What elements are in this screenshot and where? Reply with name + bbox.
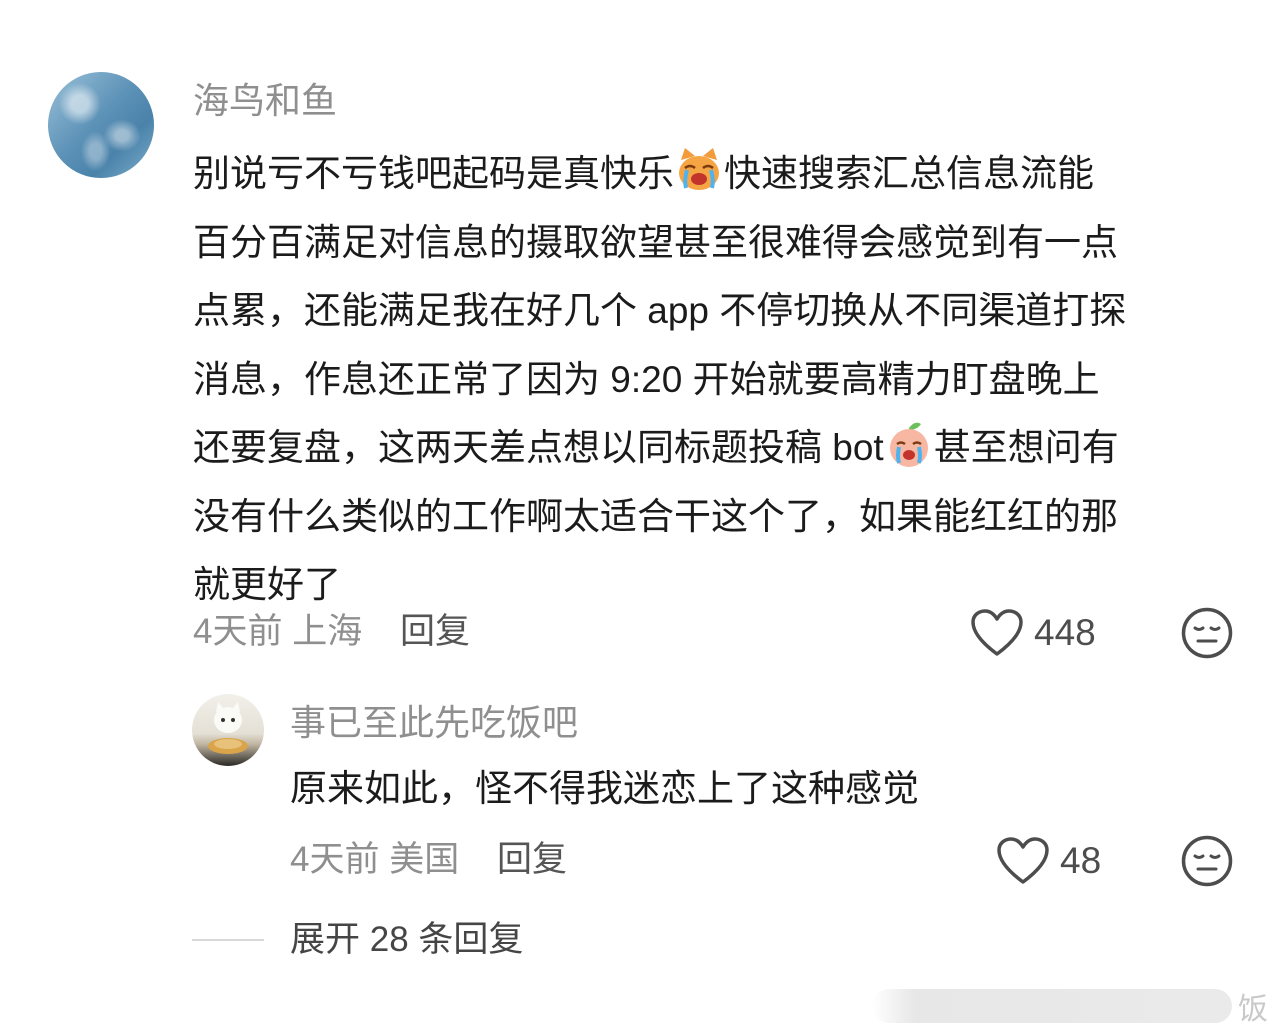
comment-line: 还要复盘，这两天差点想以同标题投稿 bot 甚至想问有: [193, 414, 1243, 483]
reply-reply-button[interactable]: 回复: [497, 840, 567, 879]
comment-line: 消息，作息还正常了因为 9:20 开始就要高精力盯盘晚上: [193, 358, 1100, 400]
expand-replies-button[interactable]: 展开 28 条回复: [290, 918, 523, 962]
heart-icon: [971, 609, 1023, 656]
comment-text: 别说亏不亏钱吧起码是真快乐 快速搜索汇总信息流能 百分百满足对信息的摄取欲望甚至…: [193, 140, 1243, 620]
reply-text: 原来如此，怪不得我迷恋上了这种感觉: [290, 768, 919, 809]
reply-time: 4天前: [290, 840, 380, 879]
comment-line: 别说亏不亏钱吧起码是真快乐 快速搜索汇总信息流能: [193, 140, 1243, 209]
watermark-text: 饭: [1238, 993, 1268, 1026]
reply-like-count: 48: [1060, 840, 1102, 881]
comment-location: 上海: [292, 612, 363, 651]
crying-peach-emoji-icon: [889, 422, 928, 467]
heart-icon: [997, 837, 1049, 884]
meh-face-icon[interactable]: [1180, 834, 1234, 888]
reply-location: 美国: [389, 840, 460, 879]
watermark-bar: [872, 989, 1232, 1023]
like-count: 448: [1034, 612, 1096, 653]
expand-divider: [192, 939, 264, 941]
comment-time: 4天前: [193, 612, 283, 651]
reply-username[interactable]: 事已至此先吃饭吧: [290, 700, 578, 746]
comment-line: 百分百满足对信息的摄取欲望甚至很难得会感觉到有一点: [193, 221, 1118, 263]
reply-button[interactable]: 回复: [400, 612, 470, 651]
cat-eating-noodles-icon: [208, 702, 248, 754]
reply-meta: 4天前 美国 回复: [290, 838, 567, 882]
comment-line: 点累，还能满足我在好几个 app 不停切换从不同渠道打探: [193, 290, 1127, 331]
comment-meta: 4天前 上海 回复: [193, 610, 470, 654]
meh-face-icon[interactable]: [1180, 606, 1234, 660]
like-button[interactable]: 448: [970, 606, 1096, 660]
watermark: 饭: [872, 986, 1268, 1026]
reply-like-button[interactable]: 48: [996, 834, 1101, 888]
crying-cat-emoji-icon: [679, 148, 719, 190]
user-avatar[interactable]: [48, 72, 154, 178]
comment-line: 没有什么类似的工作啊太适合干这个了，如果能红红的那: [193, 495, 1118, 537]
reply-user-avatar[interactable]: [192, 694, 264, 766]
comment-username[interactable]: 海鸟和鱼: [193, 78, 337, 124]
